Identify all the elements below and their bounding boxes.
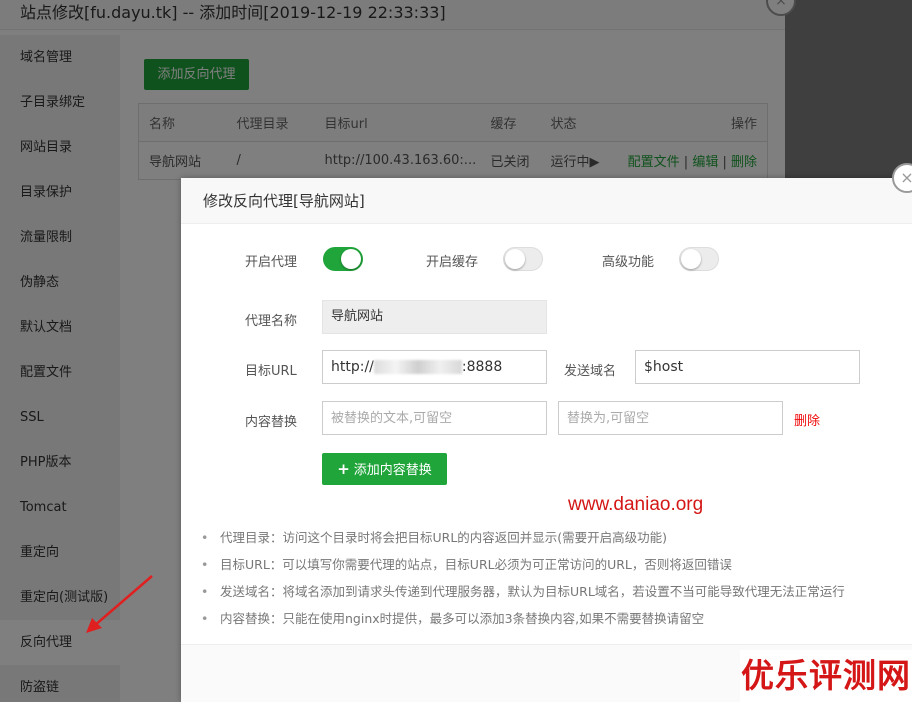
enable-proxy-label: 开启代理 bbox=[245, 255, 298, 270]
replace-from-input[interactable] bbox=[331, 403, 546, 434]
enable-cache-toggle[interactable] bbox=[503, 247, 543, 271]
tip-item: 目标URL：可以填写你需要代理的站点，目标URL必须为可正常访问的URL，否则将… bbox=[199, 555, 845, 582]
watermark-brand: 优乐评测网 bbox=[740, 650, 912, 702]
replace-from-field[interactable] bbox=[322, 401, 547, 435]
help-tips: 代理目录：访问这个目录时将会把目标URL的内容返回并显示(需要开启高级功能) 目… bbox=[199, 528, 845, 636]
tip-item: 代理目录：访问这个目录时将会把目标URL的内容返回并显示(需要开启高级功能) bbox=[199, 528, 845, 555]
watermark-url: www.daniao.org bbox=[568, 494, 704, 515]
send-domain-field[interactable]: $host bbox=[635, 350, 860, 384]
plus-icon: + bbox=[337, 460, 350, 478]
annotation-arrow-icon bbox=[86, 575, 153, 633]
edit-reverse-proxy-modal: 修改反向代理[导航网站] × 开启代理 开启缓存 高级功能 代理名称 导航网站 … bbox=[181, 163, 912, 702]
add-content-replace-button[interactable]: + 添加内容替换 bbox=[322, 453, 447, 485]
enable-cache-label: 开启缓存 bbox=[426, 255, 479, 270]
target-url-prefix: http:// bbox=[331, 359, 374, 375]
target-url-label: 目标URL bbox=[245, 364, 297, 379]
toggle-knob bbox=[505, 249, 525, 269]
enable-proxy-toggle[interactable] bbox=[323, 247, 363, 271]
advanced-feature-toggle[interactable] bbox=[679, 247, 719, 271]
replace-to-input[interactable] bbox=[567, 403, 782, 434]
delete-replace-link[interactable]: 删除 bbox=[794, 410, 820, 429]
send-domain-label: 发送域名 bbox=[564, 364, 617, 379]
content-replace-label: 内容替换 bbox=[245, 415, 298, 430]
target-url-field[interactable]: http:// :8888 bbox=[322, 350, 547, 384]
tip-item: 发送域名：将域名添加到请求头传递到代理服务器，默认为目标URL域名，若设置不当可… bbox=[199, 582, 845, 609]
tip-item: 内容替换：只能在使用nginx时提供，最多可以添加3条替换内容,如果不需要替换请… bbox=[199, 609, 845, 636]
redacted-host-blur bbox=[373, 360, 462, 374]
replace-to-field[interactable] bbox=[558, 401, 783, 435]
proxy-name-label: 代理名称 bbox=[245, 314, 298, 329]
target-url-port: :8888 bbox=[461, 359, 503, 375]
toggle-knob bbox=[681, 249, 701, 269]
add-content-replace-label: 添加内容替换 bbox=[353, 463, 432, 478]
proxy-name-field: 导航网站 bbox=[322, 300, 547, 334]
toggle-knob bbox=[341, 249, 361, 269]
modal-title: 修改反向代理[导航网站] bbox=[181, 178, 912, 224]
advanced-feature-label: 高级功能 bbox=[602, 255, 655, 270]
